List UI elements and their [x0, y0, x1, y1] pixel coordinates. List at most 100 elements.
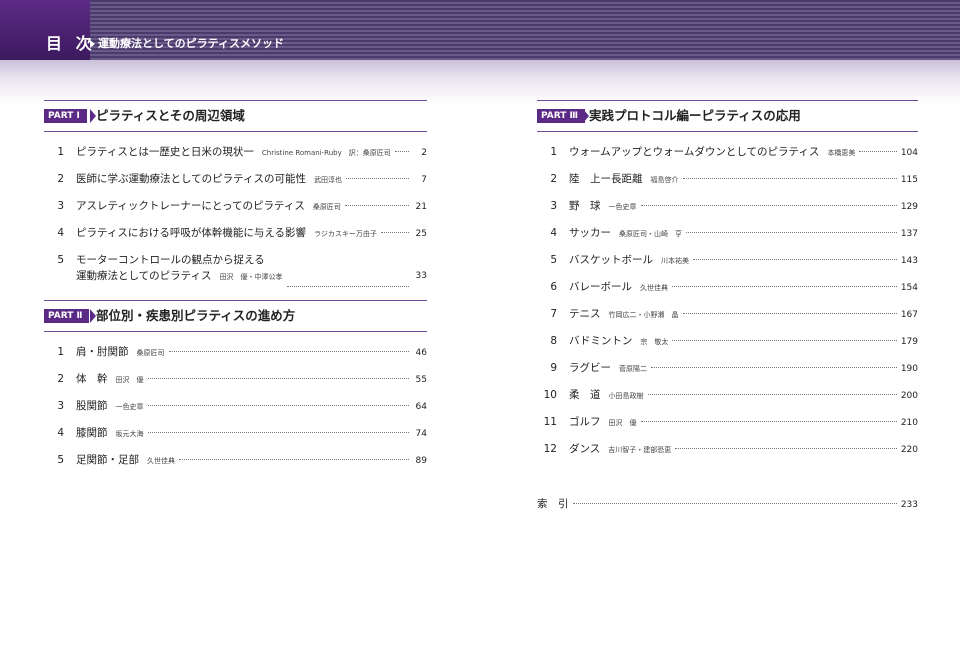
entry-title: ウォームアップとウォームダウンとしてのピラティス: [569, 146, 820, 158]
dot-leader: [651, 367, 897, 368]
toc-entry[interactable]: 4 サッカー 桑原匠司・山崎 亨 137: [537, 225, 918, 252]
dot-leader: [147, 432, 409, 433]
entry-author: 小田島政樹: [608, 392, 644, 400]
entry-title: サッカー: [569, 227, 611, 239]
entry-page: 167: [900, 310, 918, 320]
entry-page: 25: [415, 229, 427, 239]
entry-number: 4: [550, 227, 557, 239]
dot-leader: [344, 205, 409, 206]
toc-entry[interactable]: 7 テニス 竹岡広二・小野瀬 晶 167: [537, 306, 918, 333]
toc-entry[interactable]: 1 肩・肘関節 桑原匠司 46: [44, 344, 427, 371]
entry-title: 陸 上ー長距離: [569, 173, 643, 185]
entry-page: 21: [415, 202, 427, 212]
toc-entry[interactable]: 1 ウォームアップとウォームダウンとしてのピラティス 本橋恵美 104: [537, 144, 918, 171]
entry-number: 8: [550, 335, 557, 347]
entry-number: 2: [550, 173, 557, 185]
toc-entry[interactable]: 6 バレーボール 久世佳典 154: [537, 279, 918, 306]
dot-leader: [647, 394, 897, 395]
entry-page: 115: [900, 175, 918, 185]
entry-author: 一色史章: [115, 403, 144, 411]
entry-number: 5: [550, 254, 557, 266]
entry-number: 1: [57, 146, 64, 158]
entry-title: 股関節: [76, 400, 108, 412]
toc-entry[interactable]: 1 ピラティスとは一歴史と日米の現状一 Christine Romani-Rub…: [44, 144, 427, 171]
page-title: 目 次: [46, 34, 96, 53]
book-title: 運動療法としてのピラティスメソッド: [98, 37, 285, 50]
part-badge: PART Ⅲ: [537, 109, 586, 123]
toc-entry[interactable]: 3 股関節 一色史章 64: [44, 398, 427, 425]
entry-number: 3: [57, 200, 64, 212]
toc-entry[interactable]: 9 ラグビー 菅原陽二 190: [537, 360, 918, 387]
toc-entry[interactable]: 3 野 球 一色史章 129: [537, 198, 918, 225]
entry-number: 10: [543, 389, 557, 401]
part-3-list: 1 ウォームアップとウォームダウンとしてのピラティス 本橋恵美 104 2 陸 …: [537, 144, 918, 468]
dot-leader: [686, 232, 897, 233]
entry-author: 竹岡広二・小野瀬 晶: [608, 311, 679, 319]
entry-page: 137: [900, 229, 918, 239]
toc-entry[interactable]: 2 医師に学ぶ運動療法としてのピラティスの可能性 武田淳也 7: [44, 171, 427, 198]
entry-page: 55: [415, 375, 427, 385]
entry-title-line2: 運動療法としてのピラティス 田沢 優・中澤公孝: [76, 268, 283, 285]
toc-entry[interactable]: 5 足関節・足部 久世佳典 89: [44, 452, 427, 479]
entry-page: 104: [900, 148, 918, 158]
entry-number: 12: [543, 443, 557, 455]
entry-author: 久世佳典: [640, 284, 668, 292]
entry-page: 210: [900, 418, 918, 428]
entry-title: バスケットボール: [569, 254, 653, 266]
entry-title: 足関節・足部: [76, 454, 139, 466]
entry-number: 1: [57, 346, 64, 358]
index-entry[interactable]: 索 引 233: [537, 496, 918, 512]
index-title: 索 引: [537, 498, 569, 510]
toc-entry[interactable]: 8 バドミントン 宗 敬太 179: [537, 333, 918, 360]
toc-entry[interactable]: 3 アスレティックトレーナーにとってのピラティス 桑原匠司 21: [44, 198, 427, 225]
dot-leader: [682, 178, 897, 179]
entry-author: Christine Romani-Ruby 訳：桑原匠司: [261, 149, 391, 157]
dot-leader: [859, 151, 897, 152]
entry-title: 野 球: [569, 200, 601, 212]
toc-entry[interactable]: 4 膝関節 坂元大海 74: [44, 425, 427, 452]
dot-leader: [147, 378, 409, 379]
entry-author: 田沢 優・中澤公孝: [219, 273, 283, 281]
entry-page: 7: [421, 175, 427, 185]
toc-entry[interactable]: 5 モーターコントロールの観点から捉える 運動療法としてのピラティス 田沢 優・…: [44, 252, 427, 292]
entry-author: 桑原匠司: [312, 203, 341, 211]
entry-number: 6: [550, 281, 557, 293]
entry-author: 本橋恵美: [827, 149, 856, 157]
entry-title: ピラティスにおける呼吸が体幹機能に与える影響: [76, 227, 307, 239]
entry-author: 桑原匠司: [136, 349, 165, 357]
entry-page: 46: [415, 348, 427, 358]
dot-leader: [147, 405, 409, 406]
toc-entry[interactable]: 10 柔 道 小田島政樹 200: [537, 387, 918, 414]
toc-entry[interactable]: 11 ゴルフ 田沢 優 210: [537, 414, 918, 441]
entry-author: 福島啓介: [650, 176, 679, 184]
entry-title: 医師に学ぶ運動療法としてのピラティスの可能性: [76, 173, 307, 185]
part-title: 実践プロトコル編ーピラティスの応用: [589, 108, 801, 123]
index-page: 233: [900, 500, 918, 510]
dot-leader: [380, 232, 409, 233]
part-badge: PART Ⅱ: [44, 309, 90, 323]
toc-entry[interactable]: 5 バスケットボール 川本祐美 143: [537, 252, 918, 279]
entry-author: 菅原陽二: [619, 365, 647, 373]
entry-page: 33: [415, 271, 427, 281]
entry-number: 2: [57, 373, 64, 385]
entry-title: 膝関節: [76, 427, 108, 439]
entry-title: バレーボール: [569, 281, 632, 293]
toc-entry[interactable]: 2 体 幹 田沢 優 55: [44, 371, 427, 398]
entry-page: 220: [900, 445, 918, 455]
entry-title: ダンス: [569, 443, 601, 455]
toc-page: 目 次 運動療法としてのピラティスメソッド PART Ⅰ ピラティスとその周辺領…: [0, 0, 960, 645]
entry-author: 宗 敬太: [640, 338, 669, 346]
dot-leader: [693, 259, 897, 260]
entry-number: 1: [550, 146, 557, 158]
entry-author: 武田淳也: [314, 176, 343, 184]
entry-number: 3: [550, 200, 557, 212]
entry-number: 3: [57, 400, 64, 412]
toc-entry[interactable]: 4 ピラティスにおける呼吸が体幹機能に与える影響 ラジカスキー万由子 25: [44, 225, 427, 252]
part-badge: PART Ⅰ: [44, 109, 87, 123]
entry-author: 田沢 優: [608, 419, 637, 427]
toc-entry[interactable]: 12 ダンス 吉川智子・建部恐恵 220: [537, 441, 918, 468]
entry-title: アスレティックトレーナーにとってのピラティス: [76, 200, 305, 212]
toc-entry[interactable]: 2 陸 上ー長距離 福島啓介 115: [537, 171, 918, 198]
entry-page: 2: [421, 148, 427, 158]
entry-number: 9: [550, 362, 557, 374]
